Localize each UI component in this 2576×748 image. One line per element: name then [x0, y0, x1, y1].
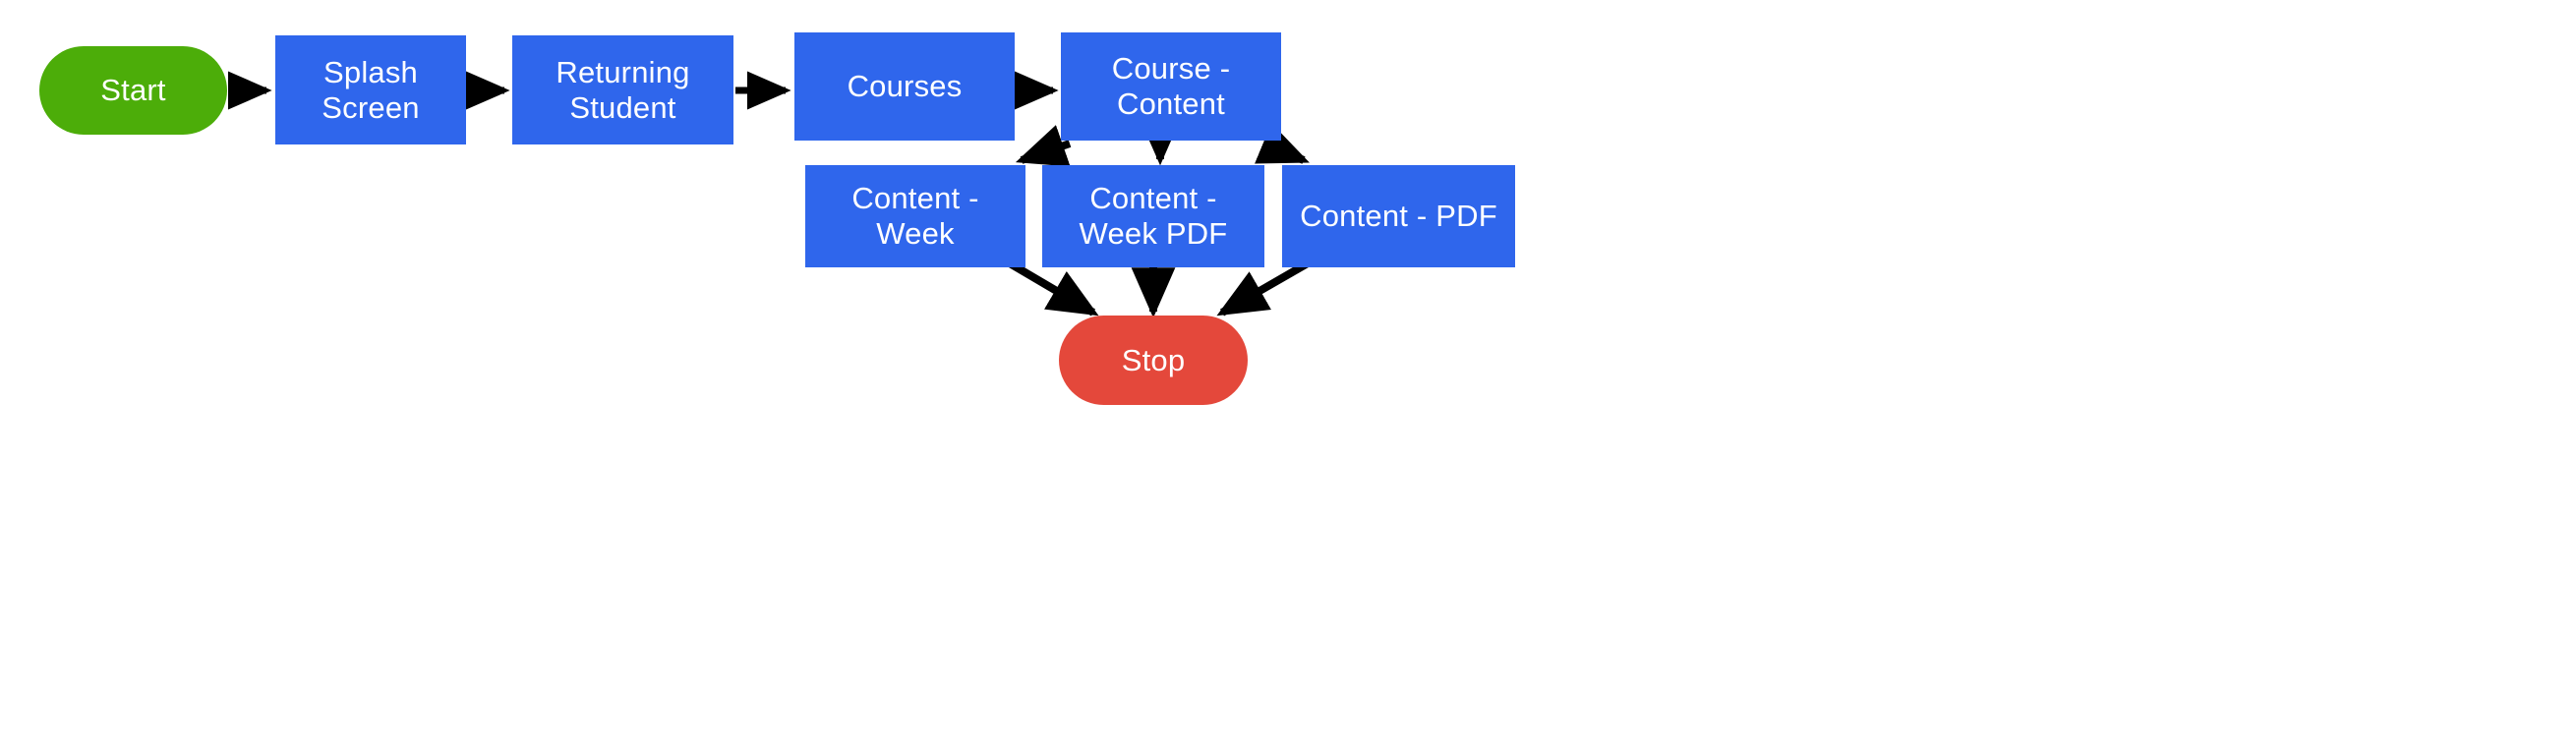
node-content-pdf-label: Content - PDF: [1300, 199, 1497, 234]
node-content-week-label: Content - Week: [851, 181, 979, 251]
edge-course-content-to-content-week: [1015, 125, 1072, 167]
node-courses-label: Courses: [847, 69, 963, 104]
node-content-week-pdf[interactable]: Content - Week PDF: [1042, 165, 1264, 267]
flowchart-canvas: Start Splash Screen Returning Student Co…: [0, 0, 2576, 748]
node-splash-screen[interactable]: Splash Screen: [275, 35, 466, 144]
node-returning-student[interactable]: Returning Student: [512, 35, 733, 144]
node-start-label: Start: [100, 73, 166, 108]
node-course-content-label: Course - Content: [1111, 51, 1231, 121]
node-content-week[interactable]: Content - Week: [805, 165, 1025, 267]
node-stop-label: Stop: [1121, 342, 1186, 377]
node-course-content[interactable]: Course - Content: [1061, 32, 1281, 141]
edge-content-week-to-stop: [1002, 257, 1099, 316]
edge-course-content-to-content-pdf: [1255, 123, 1310, 164]
edge-content-pdf-to-stop: [1216, 257, 1315, 316]
node-content-pdf[interactable]: Content - PDF: [1282, 165, 1515, 267]
node-content-week-pdf-label: Content - Week PDF: [1079, 181, 1228, 251]
node-stop[interactable]: Stop: [1059, 316, 1248, 405]
node-start[interactable]: Start: [39, 46, 227, 135]
node-courses[interactable]: Courses: [794, 32, 1015, 141]
node-returning-student-label: Returning Student: [556, 54, 690, 125]
node-splash-screen-label: Splash Screen: [322, 54, 420, 125]
